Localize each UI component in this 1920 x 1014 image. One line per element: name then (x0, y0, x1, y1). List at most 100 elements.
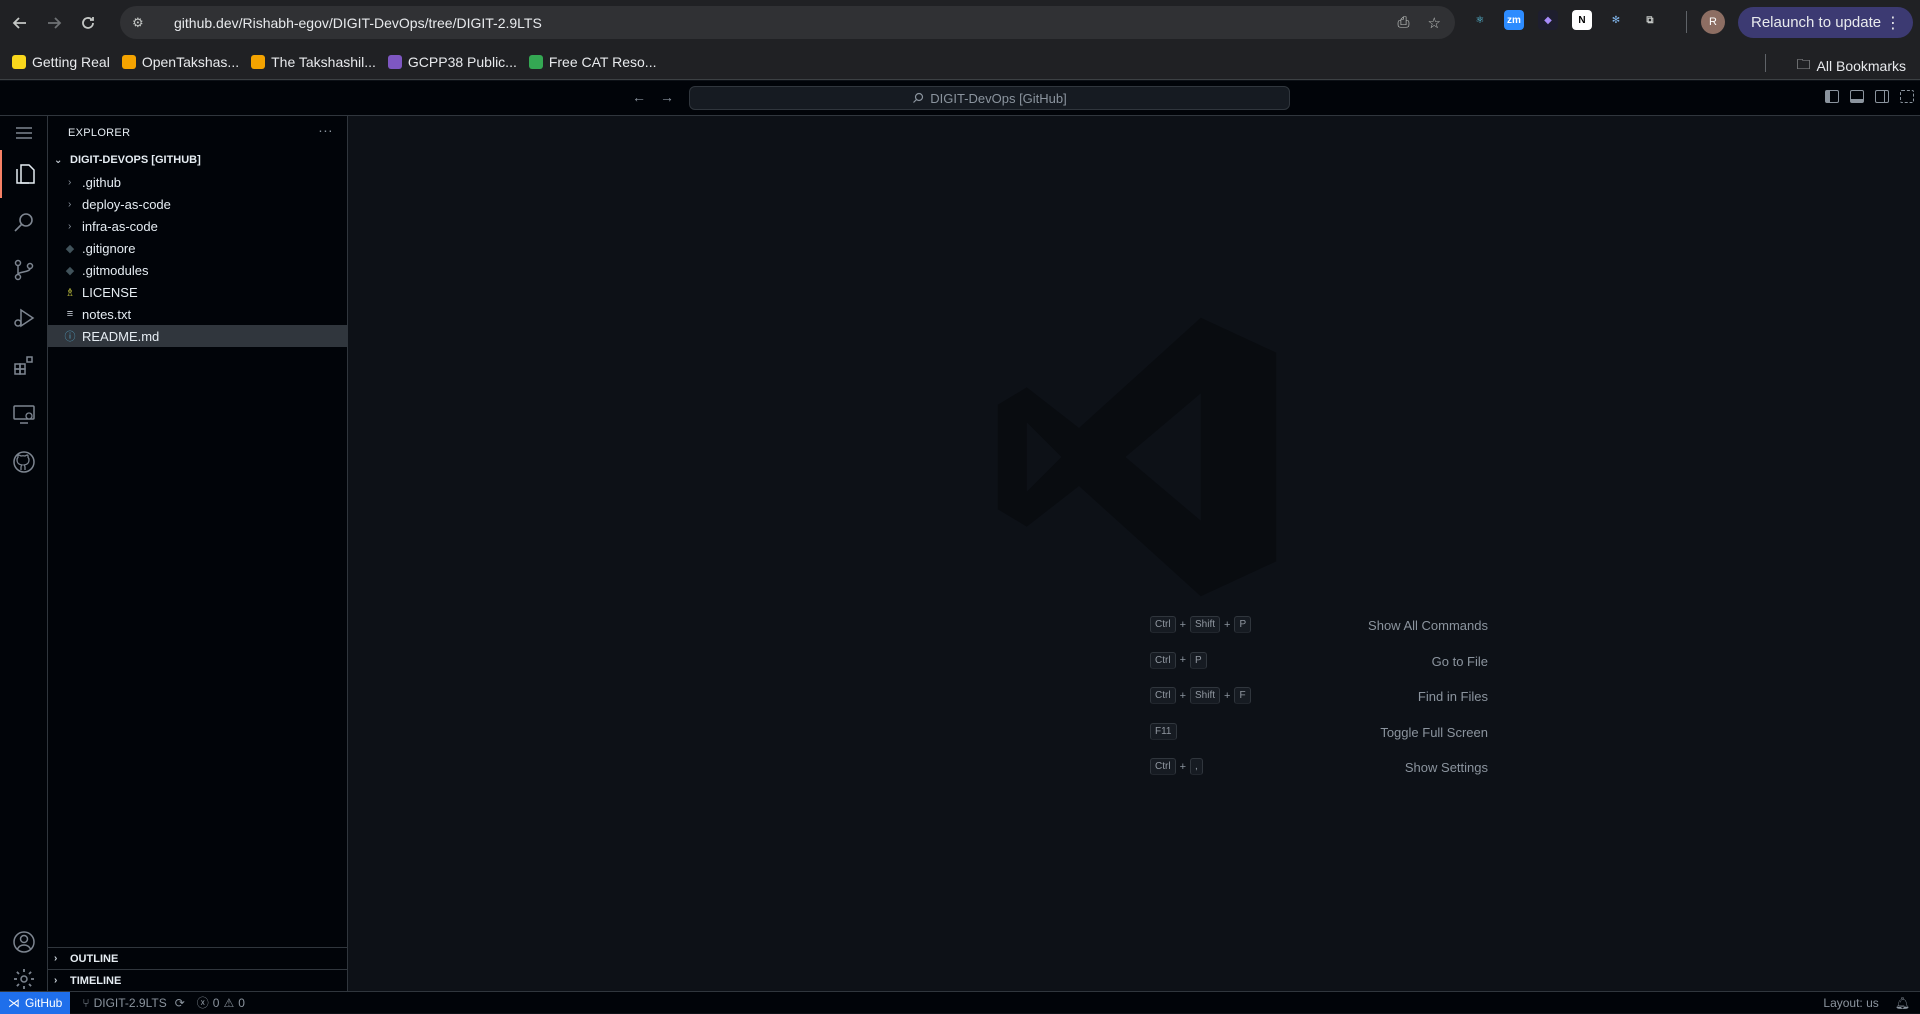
bookmark-item[interactable]: Free CAT Reso... (528, 54, 656, 70)
warning-icon: ⚠ (223, 995, 235, 1010)
tree-folder-item[interactable]: › .github (48, 171, 347, 193)
snowflake-icon[interactable]: ✻ (1606, 10, 1626, 30)
tree-file-item[interactable]: ♗ LICENSE (48, 281, 347, 303)
run-debug-tab[interactable] (0, 294, 48, 342)
keybinding-key: Shift (1190, 687, 1221, 704)
extensions-puzzle-icon[interactable]: ⧉ (1640, 10, 1660, 30)
customize-layout-icon[interactable] (1900, 90, 1914, 103)
gear-icon (14, 968, 34, 989)
remote-explorer-icon (13, 405, 35, 424)
arrow-left-icon (12, 16, 26, 29)
problems-indicator[interactable]: ⓧ 0 ⚠ 0 (197, 994, 245, 1011)
accounts-tab[interactable] (0, 918, 48, 966)
file-type-icon: ≡ (66, 308, 74, 320)
bookmark-star-icon[interactable]: ☆ (1428, 14, 1441, 32)
workspace-root-folder[interactable]: ⌄ DIGIT-DEVOPS [GITHUB] (48, 149, 347, 171)
timeline-label: TIMELINE (70, 974, 122, 987)
key-separator: + (1179, 689, 1186, 702)
branch-indicator[interactable]: ⑂ DIGIT-2.9LTS ⟳ (82, 996, 184, 1010)
key-separator: + (1224, 618, 1231, 631)
tree-item-label: deploy-as-code (82, 196, 171, 212)
outline-label: OUTLINE (70, 952, 119, 965)
bookmark-item[interactable]: OpenTakshas... (121, 54, 240, 70)
branch-label: DIGIT-2.9LTS (93, 995, 167, 1010)
chevron-right-icon: › (68, 220, 72, 232)
menu-button[interactable] (0, 116, 48, 150)
url-text[interactable]: github.dev/Rishabh-egov/DIGIT-DevOps/tre… (174, 15, 542, 31)
tree-file-item[interactable]: ⓘ README.md (48, 325, 347, 347)
source-control-tab[interactable] (0, 246, 48, 294)
all-bookmarks-button[interactable]: 🗀 All Bookmarks (1797, 54, 1906, 78)
toggle-secondary-sidebar-icon[interactable] (1875, 90, 1889, 103)
tree-file-item[interactable]: ◆ .gitignore (48, 237, 347, 259)
relaunch-label: Relaunch to update (1751, 14, 1882, 31)
tree-folder-item[interactable]: › deploy-as-code (48, 193, 347, 215)
shortcut-keys: Ctrl +, (1150, 758, 1203, 775)
file-type-icon: ◆ (65, 264, 75, 277)
bookmark-item[interactable]: The Takshashil... (251, 54, 376, 70)
more-vertical-icon: ⋮ (1885, 14, 1901, 32)
site-info-icon[interactable]: ⚙ (132, 15, 152, 31)
extensions-icon (14, 356, 33, 375)
folder-icon: 🗀 (1796, 56, 1811, 72)
go-back-icon[interactable]: ← (632, 89, 646, 105)
explorer-tab[interactable] (0, 150, 48, 198)
obsidian-icon[interactable]: ◆ (1538, 10, 1558, 30)
bookmark-label: Getting Real (32, 54, 110, 70)
toggle-panel-icon[interactable] (1850, 90, 1864, 103)
github-icon (13, 451, 35, 473)
extensions-tab[interactable] (0, 342, 48, 390)
keyboard-layout-label[interactable]: Layout: us (1823, 996, 1878, 1010)
zoom-icon[interactable]: zm (1504, 10, 1524, 30)
vscode-logo-watermark-icon (997, 317, 1277, 597)
relaunch-button[interactable]: Relaunch to update ⋮ (1738, 7, 1913, 38)
toggle-primary-sidebar-icon[interactable] (1825, 90, 1839, 103)
manage-tab[interactable] (0, 966, 48, 991)
shortcut-keys: F11 (1150, 722, 1177, 740)
bell-icon[interactable]: 🔔︎ (1895, 996, 1910, 1010)
shortcut-label: Go to File (1431, 653, 1488, 669)
outline-section[interactable]: › OUTLINE (48, 947, 348, 969)
search-tab[interactable] (0, 198, 48, 246)
notion-icon[interactable]: N (1572, 10, 1592, 30)
shortcut-keys: Ctrl + P (1150, 651, 1207, 669)
tree-file-item[interactable]: ≡ notes.txt (48, 303, 347, 325)
keybinding-key: P (1190, 651, 1207, 669)
remote-explorer-tab[interactable] (0, 390, 48, 438)
remote-indicator[interactable]: ⋊ GitHub (0, 991, 71, 1014)
github-tab[interactable] (0, 438, 48, 486)
command-center[interactable]: DIGIT-DevOps [GitHub] (689, 86, 1290, 110)
all-bookmarks-label: All Bookmarks (1816, 58, 1906, 74)
bookmark-item[interactable]: GCPP38 Public... (387, 54, 517, 70)
sync-icon: ⟳ (174, 995, 185, 1010)
key-separator: + (1224, 689, 1231, 702)
more-actions-icon[interactable]: ··· (318, 122, 333, 138)
browser-toolbar: ⚙ github.dev/Rishabh-egov/DIGIT-DevOps/t… (0, 0, 1920, 45)
error-icon: ⓧ (196, 996, 209, 1010)
search-icon (14, 213, 33, 232)
go-forward-icon[interactable]: → (660, 89, 674, 105)
explorer-header: EXPLORER ··· (48, 116, 347, 149)
bookmark-favicon-icon (12, 55, 26, 69)
keybinding-key: Ctrl (1150, 687, 1176, 704)
tree-item-label: .gitmodules (82, 262, 149, 278)
vscode-titlebar: ← → DIGIT-DevOps [GitHub] (0, 81, 1920, 116)
bookmark-label: OpenTakshas... (141, 54, 240, 70)
profile-avatar[interactable]: R (1701, 10, 1725, 34)
bookmarks-bar: Getting Real OpenTakshas... The Takshashil… (0, 45, 1920, 80)
address-bar[interactable]: ⚙ github.dev/Rishabh-egov/DIGIT-DevOps/t… (120, 6, 1455, 39)
shortcut-label: Show Settings (1404, 760, 1488, 775)
timeline-section[interactable]: › TIMELINE (48, 969, 348, 991)
tree-file-item[interactable]: ◆ .gitmodules (48, 259, 347, 281)
editor-area: Show All Commands Ctrl + Shift + P Go to File C… (348, 116, 1920, 991)
forward-button[interactable] (40, 9, 68, 37)
reload-button[interactable] (74, 9, 102, 37)
bookmark-item[interactable]: Getting Real (12, 54, 110, 70)
back-button[interactable] (6, 9, 34, 37)
react-icon[interactable]: ⚛ (1470, 10, 1490, 30)
install-app-icon[interactable]: ⎙ (1398, 14, 1410, 32)
bookmark-favicon-icon (251, 55, 266, 69)
tree-item-label: notes.txt (82, 306, 132, 322)
search-icon (913, 92, 924, 103)
tree-folder-item[interactable]: › infra-as-code (48, 215, 347, 237)
